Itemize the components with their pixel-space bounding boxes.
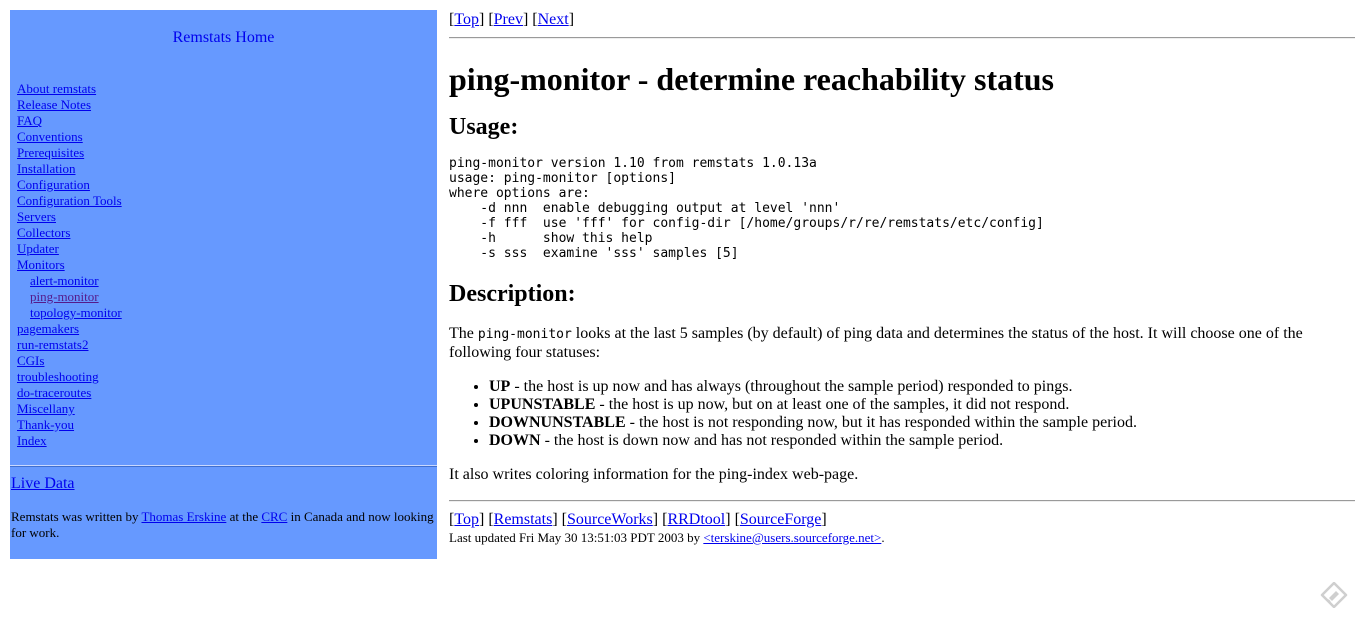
sidebar-item-alert-monitor[interactable]: alert-monitor xyxy=(17,273,122,289)
status-term: UPUNSTABLE xyxy=(489,396,596,413)
status-term: DOWNUNSTABLE xyxy=(489,414,626,431)
status-item-down: DOWN - the host is down now and has not … xyxy=(489,432,1355,450)
pen-nib-icon[interactable] xyxy=(1320,581,1348,609)
credits-prefix: Remstats was written by xyxy=(11,509,142,524)
sidebar-item-thank-you[interactable]: Thank-you xyxy=(17,417,122,433)
email-link[interactable]: <terskine@users.sourceforge.net> xyxy=(703,530,881,545)
sidebar-item-installation[interactable]: Installation xyxy=(17,161,122,177)
status-item-up: UP - the host is up now and has always (… xyxy=(489,378,1355,396)
top-nav-next[interactable]: Next xyxy=(538,11,569,28)
sidebar-item-do-traceroutes[interactable]: do-traceroutes xyxy=(17,385,122,401)
author-link[interactable]: Thomas Erskine xyxy=(141,509,226,524)
crc-link[interactable]: CRC xyxy=(261,509,287,524)
live-data-link[interactable]: Live Data xyxy=(11,475,75,493)
top-nav-prev[interactable]: Prev xyxy=(494,11,523,28)
page-title: ping-monitor - determine reachability st… xyxy=(449,61,1054,97)
credits: Remstats was written by Thomas Erskine a… xyxy=(11,509,436,541)
sidebar-item-monitors[interactable]: Monitors xyxy=(17,257,122,273)
closing-paragraph: It also writes coloring information for … xyxy=(449,466,859,483)
sidebar-item-miscellany[interactable]: Miscellany xyxy=(17,401,122,417)
sidebar-item-collectors[interactable]: Collectors xyxy=(17,225,122,241)
status-item-upunstable: UPUNSTABLE - the host is up now, but on … xyxy=(489,396,1355,414)
sidebar-item-release-notes[interactable]: Release Notes xyxy=(17,97,122,113)
status-term: UP xyxy=(489,378,511,395)
desc-command: ping-monitor xyxy=(477,327,572,342)
updated-suffix: . xyxy=(881,530,885,545)
sidebar-item-faq[interactable]: FAQ xyxy=(17,113,122,129)
sidebar-item-prerequisites[interactable]: Prerequisites xyxy=(17,145,122,161)
sidebar: Remstats Home About remstats Release Note… xyxy=(10,10,437,559)
sidebar-item-troubleshooting[interactable]: troubleshooting xyxy=(17,369,122,385)
status-list: UP - the host is up now and has always (… xyxy=(449,378,1355,450)
description-heading: Description: xyxy=(449,281,576,307)
sidebar-item-pagemakers[interactable]: pagemakers xyxy=(17,321,122,337)
description-paragraph: The ping-monitor looks at the last 5 sam… xyxy=(449,325,1355,362)
sidebar-item-about-remstats[interactable]: About remstats xyxy=(17,81,122,97)
status-text: - the host is down now and has not respo… xyxy=(540,432,1004,449)
usage-text: ping-monitor version 1.10 from remstats … xyxy=(449,156,1044,261)
sidebar-item-cgis[interactable]: CGIs xyxy=(17,353,122,369)
footer-nav: [Top] [Remstats] [SourceWorks] [RRDtool]… xyxy=(449,511,827,528)
last-updated: Last updated Fri May 30 13:51:03 PDT 200… xyxy=(449,530,1355,546)
sidebar-item-configuration-tools[interactable]: Configuration Tools xyxy=(17,193,122,209)
sidebar-divider xyxy=(10,465,437,467)
sidebar-item-conventions[interactable]: Conventions xyxy=(17,129,122,145)
usage-heading: Usage: xyxy=(449,114,519,140)
footer-link-rrdtool[interactable]: RRDtool xyxy=(667,511,725,528)
sidebar-item-ping-monitor[interactable]: ping-monitor xyxy=(17,289,122,305)
sidebar-nav: About remstats Release Notes FAQ Convention… xyxy=(17,81,122,449)
top-divider xyxy=(449,37,1355,39)
footer-divider xyxy=(449,500,1355,502)
footer-link-sourceforge[interactable]: SourceForge xyxy=(740,511,821,528)
top-nav-top[interactable]: Top xyxy=(454,11,479,28)
sidebar-item-configuration[interactable]: Configuration xyxy=(17,177,122,193)
footer-link-remstats[interactable]: Remstats xyxy=(494,511,553,528)
footer-link-top[interactable]: Top xyxy=(454,511,479,528)
sidebar-item-servers[interactable]: Servers xyxy=(17,209,122,225)
sidebar-item-run-remstats2[interactable]: run-remstats2 xyxy=(17,337,122,353)
main-content: [Top] [Prev] [Next] ping-monitor - deter… xyxy=(449,10,1355,546)
sidebar-item-topology-monitor[interactable]: topology-monitor xyxy=(17,305,122,321)
updated-prefix: Last updated Fri May 30 13:51:03 PDT 200… xyxy=(449,530,704,545)
footer-link-sourceworks[interactable]: SourceWorks xyxy=(567,511,653,528)
status-text: - the host is not responding now, but it… xyxy=(625,414,1137,431)
status-text: - the host is up now, but on at least on… xyxy=(595,396,1070,413)
status-text: - the host is up now and has always (thr… xyxy=(510,378,1073,395)
status-term: DOWN xyxy=(489,432,541,449)
credits-mid: at the xyxy=(226,509,262,524)
home-link[interactable]: Remstats Home xyxy=(10,29,437,47)
status-item-downunstable: DOWNUNSTABLE - the host is not respondin… xyxy=(489,414,1355,432)
desc-rest: looks at the last 5 samples (by default)… xyxy=(449,325,1303,361)
sidebar-item-updater[interactable]: Updater xyxy=(17,241,122,257)
desc-prefix: The xyxy=(449,325,478,342)
sidebar-item-index[interactable]: Index xyxy=(17,433,122,449)
top-nav: [Top] [Prev] [Next] xyxy=(449,11,575,28)
